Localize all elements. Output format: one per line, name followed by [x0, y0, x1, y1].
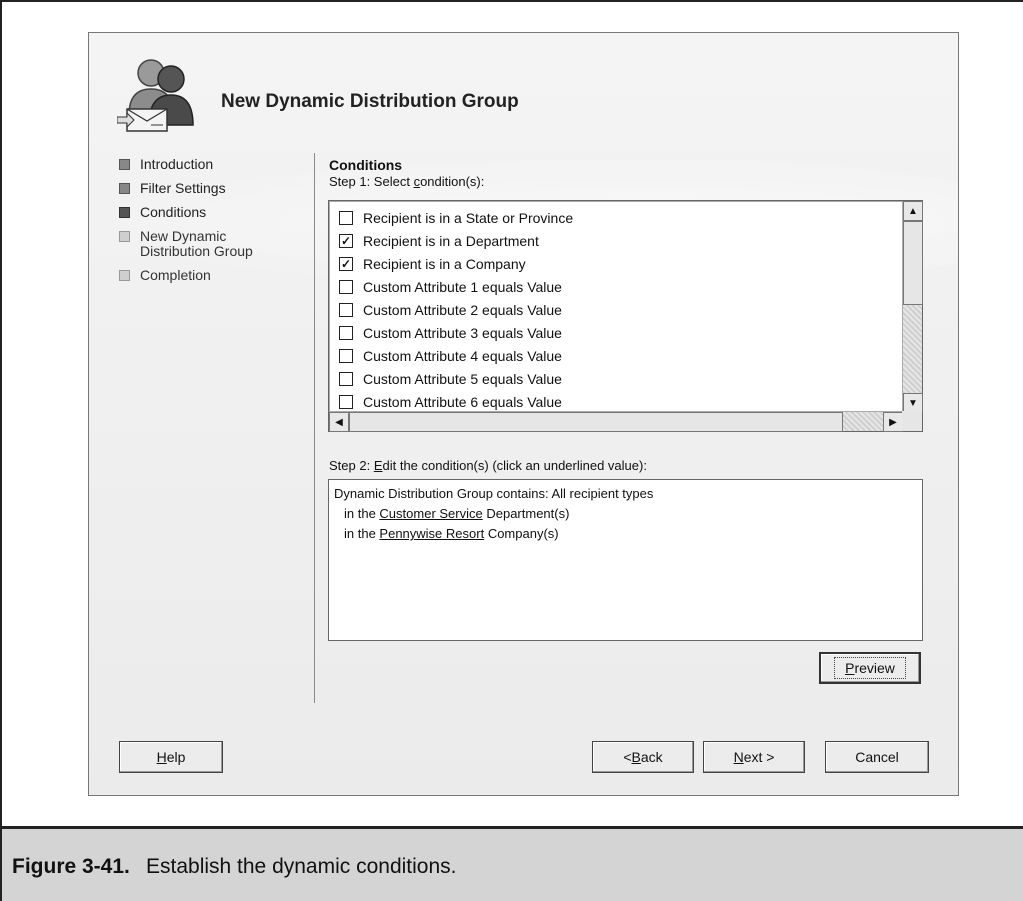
nav-item-label: Filter Settings: [140, 180, 226, 196]
nav-item-label: Conditions: [140, 204, 207, 220]
checkbox-unchecked-icon[interactable]: [339, 394, 353, 409]
nav-item-filter-settings: Filter Settings: [119, 181, 309, 196]
condition-item-label: Custom Attribute 2 equals Value: [363, 301, 562, 318]
wizard-nav: Introduction Filter Settings Conditions …: [119, 157, 309, 292]
nav-divider: [314, 153, 315, 703]
next-button[interactable]: Next >: [703, 741, 805, 773]
department-value-link[interactable]: Customer Service: [379, 506, 482, 521]
company-value-link[interactable]: Pennywise Resort: [379, 526, 484, 541]
step-complete-icon: [119, 159, 130, 170]
nav-item-label: Introduction: [140, 156, 214, 172]
scroll-thumb[interactable]: [903, 221, 923, 305]
condition-item[interactable]: Custom Attribute 2 equals Value: [339, 298, 573, 321]
back-button[interactable]: < Back: [592, 741, 694, 773]
condition-item[interactable]: ✓ Recipient is in a Company: [339, 252, 573, 275]
scroll-left-icon[interactable]: ◀: [329, 412, 349, 432]
condition-list[interactable]: Recipient is in a State or Province ✓ Reci…: [328, 200, 923, 432]
condition-item-label: Custom Attribute 6 equals Value: [363, 393, 562, 410]
help-button[interactable]: Help: [119, 741, 223, 773]
nav-item-completion: Completion: [119, 268, 309, 283]
step-pending-icon: [119, 231, 130, 242]
condition-item[interactable]: ✓ Recipient is in a Department: [339, 229, 573, 252]
nav-item-new-dynamic-distribution-group: New Dynamic Distribution Group: [119, 229, 309, 259]
condition-item[interactable]: Custom Attribute 5 equals Value: [339, 367, 573, 390]
condition-description-box: Dynamic Distribution Group contains: All…: [328, 479, 923, 641]
figure-caption-text: Establish the dynamic conditions.: [146, 855, 457, 878]
checkbox-unchecked-icon[interactable]: [339, 371, 353, 386]
condition-item[interactable]: Custom Attribute 1 equals Value: [339, 275, 573, 298]
step2-label: Step 2: Edit the condition(s) (click an …: [329, 458, 647, 473]
company-condition: in the Pennywise Resort Company(s): [344, 526, 559, 541]
group-users-icon: [117, 59, 194, 132]
step-complete-icon: [119, 183, 130, 194]
preview-button[interactable]: Preview: [819, 652, 921, 684]
condition-item[interactable]: Recipient is in a State or Province: [339, 206, 573, 229]
checkbox-checked-icon[interactable]: ✓: [339, 256, 353, 271]
section-title: Conditions: [329, 157, 403, 173]
checkbox-unchecked-icon[interactable]: [339, 325, 353, 340]
checkbox-checked-icon[interactable]: ✓: [339, 233, 353, 248]
scroll-thumb[interactable]: [349, 412, 843, 432]
step1-label: Step 1: Select condition(s):: [329, 174, 485, 189]
wizard-dialog: New Dynamic Distribution Group Introduct…: [88, 32, 959, 796]
nav-item-introduction: Introduction: [119, 157, 309, 172]
condition-item[interactable]: Custom Attribute 4 equals Value: [339, 344, 573, 367]
condition-item-label: Custom Attribute 3 equals Value: [363, 324, 562, 341]
scrollbar-corner: [902, 411, 922, 431]
checkbox-unchecked-icon[interactable]: [339, 279, 353, 294]
nav-item-label: New Dynamic Distribution Group: [140, 228, 253, 259]
checkbox-unchecked-icon[interactable]: [339, 210, 353, 225]
nav-item-conditions: Conditions: [119, 205, 309, 220]
scroll-right-icon[interactable]: ▶: [883, 412, 903, 432]
condition-item-label: Recipient is in a Company: [363, 255, 526, 272]
step-current-icon: [119, 207, 130, 218]
dialog-title: New Dynamic Distribution Group: [221, 91, 519, 112]
cancel-button[interactable]: Cancel: [825, 741, 929, 773]
condition-item-label: Custom Attribute 4 equals Value: [363, 347, 562, 364]
figure-number: Figure 3-41.: [12, 855, 130, 878]
scroll-up-icon[interactable]: ▲: [903, 201, 923, 221]
condition-item-label: Recipient is in a Department: [363, 232, 539, 249]
condition-item-label: Custom Attribute 1 equals Value: [363, 278, 562, 295]
department-condition: in the Customer Service Department(s): [344, 506, 570, 521]
checkbox-unchecked-icon[interactable]: [339, 302, 353, 317]
nav-item-label: Completion: [140, 267, 211, 283]
condition-item[interactable]: Custom Attribute 6 equals Value: [339, 390, 573, 413]
scroll-down-icon[interactable]: ▼: [903, 393, 923, 413]
figure-caption: Figure 3-41. Establish the dynamic condi…: [0, 826, 1023, 901]
vertical-scrollbar[interactable]: ▲ ▼: [902, 201, 923, 413]
condition-item-label: Custom Attribute 5 equals Value: [363, 370, 562, 387]
horizontal-scrollbar[interactable]: ◀ ▶: [329, 411, 903, 432]
condition-items: Recipient is in a State or Province ✓ Reci…: [339, 206, 573, 413]
summary-line: Dynamic Distribution Group contains: All…: [334, 486, 654, 501]
checkbox-unchecked-icon[interactable]: [339, 348, 353, 363]
step-pending-icon: [119, 270, 130, 281]
condition-item-label: Recipient is in a State or Province: [363, 209, 574, 226]
condition-item[interactable]: Custom Attribute 3 equals Value: [339, 321, 573, 344]
